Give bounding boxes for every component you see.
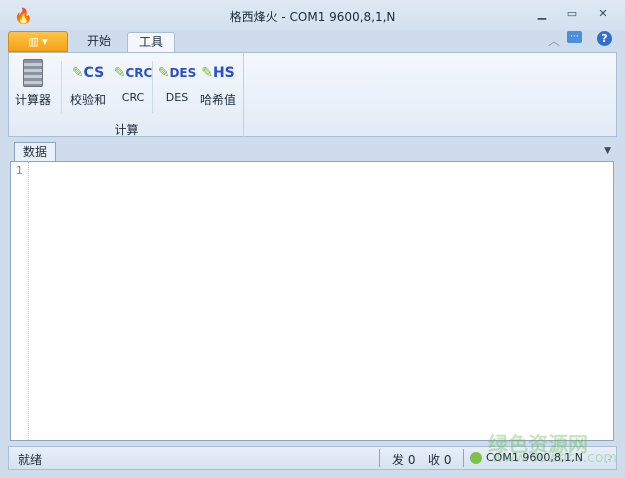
- message-icon[interactable]: ···: [567, 31, 582, 43]
- data-editor[interactable]: 1: [10, 161, 614, 441]
- pencil-des-icon: ✎ DES: [157, 65, 197, 81]
- ribbon-tabs: ▥ ▾ 开始 工具: [0, 30, 625, 53]
- hash-button[interactable]: ✎ HS 哈希值: [197, 57, 239, 108]
- tab-start[interactable]: 开始: [76, 32, 122, 53]
- app-menu-button[interactable]: ▥ ▾: [8, 31, 68, 52]
- collapse-ribbon-icon[interactable]: ︿: [548, 32, 560, 49]
- checksum-button[interactable]: ✎ CS 校验和: [67, 57, 109, 108]
- pencil-hs-icon: ✎ HS: [201, 65, 235, 81]
- tab-tools[interactable]: 工具: [127, 32, 175, 53]
- status-ready: 就绪: [18, 453, 43, 467]
- resize-grip-icon[interactable]: ⋰: [605, 455, 613, 464]
- maximize-button[interactable]: ▭: [564, 8, 580, 20]
- app-menu-icon: ▥ ▾: [28, 35, 48, 48]
- crc-button[interactable]: ✎ CRC CRC: [113, 57, 153, 104]
- document-tab[interactable]: 数据: [14, 142, 57, 162]
- minimize-button[interactable]: ▁: [534, 8, 550, 20]
- document-menu-dropdown-icon[interactable]: ▼: [604, 146, 611, 156]
- pencil-cs-icon: ✎ CS: [71, 65, 105, 81]
- ribbon-panel: 计算器 ✎ CS 校验和 ✎ CRC CRC ✎ DES DES ✎ HS 哈希值 计算: [8, 52, 617, 137]
- connection-status-icon: [470, 452, 482, 464]
- status-bar: 就绪 发 0 收 0 COM1 9600,8,1,N ⋰: [8, 446, 617, 470]
- title-bar: 🔥 格西烽火 - COM1 9600,8,1,N ▁ ▭ ✕: [0, 0, 625, 30]
- pencil-crc-icon: ✎ CRC: [113, 65, 153, 81]
- window-title: 格西烽火 - COM1 9600,8,1,N: [229, 10, 396, 24]
- group-calculate: 计算器 ✎ CS 校验和 ✎ CRC CRC ✎ DES DES ✎ HS 哈希值 计算: [9, 53, 244, 137]
- sent-count: 发 0: [392, 453, 416, 467]
- help-icon[interactable]: ?: [597, 31, 612, 46]
- line-number-gutter: 1: [11, 162, 29, 440]
- calculator-button[interactable]: 计算器: [13, 57, 53, 108]
- group-label: 计算: [114, 123, 139, 137]
- calculator-icon: [13, 57, 53, 89]
- port-settings[interactable]: COM1 9600,8,1,N: [486, 451, 583, 464]
- close-button[interactable]: ✕: [595, 8, 611, 20]
- des-button[interactable]: ✎ DES DES: [157, 57, 197, 104]
- received-count: 收 0: [428, 453, 452, 467]
